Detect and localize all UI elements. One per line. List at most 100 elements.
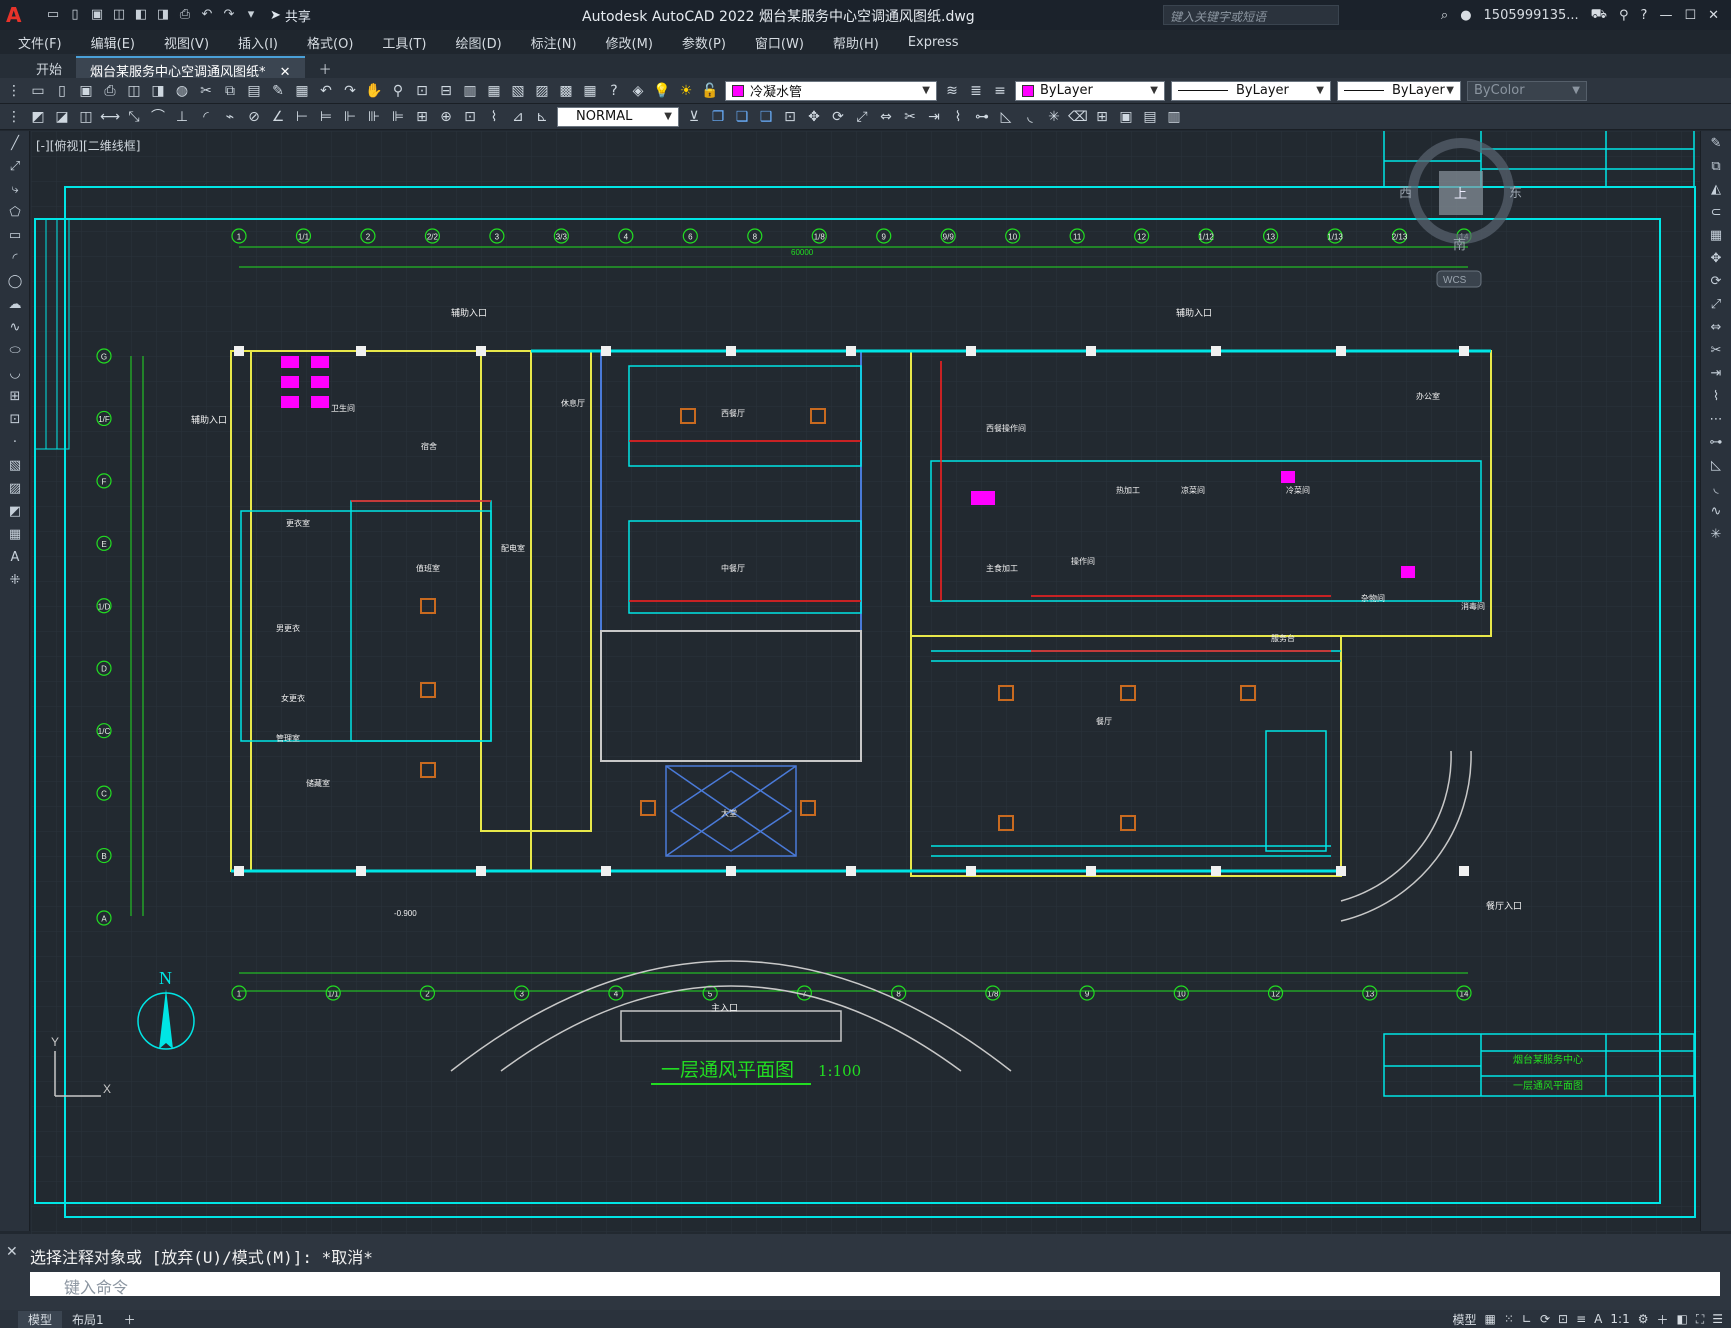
save-icon[interactable]: ▣ bbox=[76, 81, 96, 101]
rotate-icon[interactable]: ⟳ bbox=[828, 107, 848, 127]
break-at-point-icon[interactable]: ⌇ bbox=[1706, 387, 1726, 407]
layer-properties-icon[interactable]: ◈ bbox=[628, 81, 648, 101]
drawing-canvas[interactable]: [-][俯视][二维线框] 烟台某服务中心 一层通风平面图 1 1/1 2 2/… bbox=[31, 131, 1700, 1234]
break-icon[interactable]: ⌇ bbox=[948, 107, 968, 127]
menu-help[interactable]: 帮助(H) bbox=[815, 33, 890, 52]
minimize-button[interactable]: — bbox=[1659, 8, 1672, 23]
user-account[interactable]: 1505999135... bbox=[1484, 8, 1579, 23]
offset-icon[interactable]: ❑ bbox=[756, 107, 776, 127]
jogged-icon[interactable]: ⌁ bbox=[220, 107, 240, 127]
menu-parametric[interactable]: 参数(P) bbox=[664, 33, 737, 52]
point-icon[interactable]: · bbox=[5, 433, 25, 453]
layer-lock-icon[interactable]: 🔓 bbox=[700, 81, 720, 101]
ordinate-icon[interactable]: ⊥ bbox=[172, 107, 192, 127]
linear-dim-icon[interactable]: ⟷ bbox=[100, 107, 120, 127]
zoom-previous-icon[interactable]: ⊟ bbox=[436, 81, 456, 101]
search-icon[interactable]: ⌕ bbox=[1441, 8, 1448, 23]
new-tab-button[interactable]: ＋ bbox=[305, 56, 346, 78]
close-command-icon[interactable]: ✕ bbox=[6, 1244, 18, 1260]
array-icon[interactable]: ⊡ bbox=[780, 107, 800, 127]
dimtedit-icon[interactable]: ⊾ bbox=[532, 107, 552, 127]
viewport-controls[interactable]: [-][俯视][二维线框] bbox=[36, 137, 140, 154]
circle-icon[interactable]: ◯ bbox=[5, 272, 25, 292]
open-icon[interactable]: ▯ bbox=[52, 81, 72, 101]
spline-icon[interactable]: ∿ bbox=[5, 318, 25, 338]
menu-format[interactable]: 格式(O) bbox=[289, 33, 364, 52]
menu-insert[interactable]: 插入(I) bbox=[220, 33, 289, 52]
scale-icon[interactable]: ⤢ bbox=[852, 107, 872, 127]
workspace-settings-icon[interactable]: ◫ bbox=[76, 107, 96, 127]
open-web-icon[interactable]: ◧ bbox=[132, 6, 150, 24]
open-file-icon[interactable]: ▯ bbox=[66, 6, 84, 24]
insert-block-icon[interactable]: ⊞ bbox=[5, 387, 25, 407]
viewcube-south[interactable]: 南 bbox=[1453, 237, 1466, 252]
publish-icon[interactable]: ◨ bbox=[148, 81, 168, 101]
chamfer-icon[interactable]: ◺ bbox=[996, 107, 1016, 127]
search-input[interactable]: 键入关键字或短语 bbox=[1163, 5, 1339, 25]
customize-icon[interactable]: ☰ bbox=[1712, 1312, 1723, 1326]
command-input[interactable]: 键入命令 bbox=[30, 1272, 1720, 1297]
revision-cloud-icon[interactable]: ☁ bbox=[5, 295, 25, 315]
menu-file[interactable]: 文件(F) bbox=[0, 33, 73, 52]
model-space-toggle[interactable]: 模型 bbox=[1453, 1311, 1477, 1328]
gradient-icon[interactable]: ▨ bbox=[5, 479, 25, 499]
osnap-icon[interactable]: ⊡ bbox=[1558, 1312, 1568, 1326]
array-icon[interactable]: ▦ bbox=[1706, 226, 1726, 246]
layer-match-icon[interactable]: ≡ bbox=[990, 81, 1010, 101]
pan-icon[interactable]: ✋ bbox=[364, 81, 384, 101]
ellipse-icon[interactable]: ⬭ bbox=[5, 341, 25, 361]
chamfer-icon[interactable]: ◺ bbox=[1706, 456, 1726, 476]
erase-icon[interactable]: ✎ bbox=[1706, 134, 1726, 154]
help-icon[interactable]: ? bbox=[1641, 8, 1648, 23]
customize-qat-icon[interactable]: ▾ bbox=[242, 6, 260, 24]
menu-tools[interactable]: 工具(T) bbox=[364, 33, 437, 52]
scale-icon[interactable]: ⤢ bbox=[1706, 295, 1726, 315]
blend-icon[interactable]: ∿ bbox=[1706, 502, 1726, 522]
save-icon[interactable]: ▣ bbox=[88, 6, 106, 24]
cut-icon[interactable]: ✂ bbox=[196, 81, 216, 101]
break-icon[interactable]: ⋯ bbox=[1706, 410, 1726, 430]
layer-freeze-icon[interactable]: ☀ bbox=[676, 81, 696, 101]
plot-icon[interactable]: ⎙ bbox=[100, 81, 120, 101]
arc-length-icon[interactable]: ⌒ bbox=[148, 107, 168, 127]
fillet-icon[interactable]: ◟ bbox=[1706, 479, 1726, 499]
add-selected-icon[interactable]: ⁜ bbox=[5, 571, 25, 591]
make-block-icon[interactable]: ▣ bbox=[1116, 107, 1136, 127]
stretch-icon[interactable]: ⇔ bbox=[876, 107, 896, 127]
extend-icon[interactable]: ⇥ bbox=[1706, 364, 1726, 384]
inspect-icon[interactable]: ⊡ bbox=[460, 107, 480, 127]
move-icon[interactable]: ✥ bbox=[804, 107, 824, 127]
dim-space-icon[interactable]: ⊪ bbox=[364, 107, 384, 127]
linetype-dropdown[interactable]: ByLayer ▼ bbox=[1171, 80, 1331, 101]
region-icon[interactable]: ◩ bbox=[5, 502, 25, 522]
ellipse-arc-icon[interactable]: ◡ bbox=[5, 364, 25, 384]
snap-icon[interactable]: ⁙ bbox=[1504, 1312, 1514, 1326]
connect-icon[interactable]: ⚲ bbox=[1619, 8, 1629, 23]
grid-icon[interactable]: ▦ bbox=[1485, 1312, 1496, 1326]
preview-icon[interactable]: ◫ bbox=[124, 81, 144, 101]
user-icon[interactable]: ● bbox=[1460, 8, 1471, 23]
markup-icon[interactable]: ▩ bbox=[556, 81, 576, 101]
paste-icon[interactable]: ▤ bbox=[244, 81, 264, 101]
save-web-icon[interactable]: ◨ bbox=[154, 6, 172, 24]
zoom-window-icon[interactable]: ⊡ bbox=[412, 81, 432, 101]
tab-model[interactable]: 模型 bbox=[18, 1310, 63, 1328]
share-button[interactable]: ➤ 共享 bbox=[270, 6, 311, 25]
sheet-set-icon[interactable]: ▨ bbox=[532, 81, 552, 101]
print-icon[interactable]: ⎙ bbox=[176, 6, 194, 24]
mirror-icon[interactable]: ❏ bbox=[732, 107, 752, 127]
dimedit-icon[interactable]: ⊿ bbox=[508, 107, 528, 127]
help-icon[interactable]: ? bbox=[604, 81, 624, 101]
ortho-icon[interactable]: ∟ bbox=[1522, 1312, 1532, 1326]
jogged-linear-icon[interactable]: ⌇ bbox=[484, 107, 504, 127]
tab-start[interactable]: 开始 bbox=[22, 56, 76, 78]
color-dropdown[interactable]: ByLayer ▼ bbox=[1015, 80, 1165, 101]
construction-line-icon[interactable]: ⤢ bbox=[5, 157, 25, 177]
save-as-icon[interactable]: ◫ bbox=[110, 6, 128, 24]
trim-icon[interactable]: ✂ bbox=[1706, 341, 1726, 361]
stretch-icon[interactable]: ⇔ bbox=[1706, 318, 1726, 338]
make-block-icon[interactable]: ⊡ bbox=[5, 410, 25, 430]
hatch-icon[interactable]: ▧ bbox=[5, 456, 25, 476]
viewcube-top[interactable]: 上 bbox=[1454, 186, 1467, 201]
fillet-icon[interactable]: ◟ bbox=[1020, 107, 1040, 127]
